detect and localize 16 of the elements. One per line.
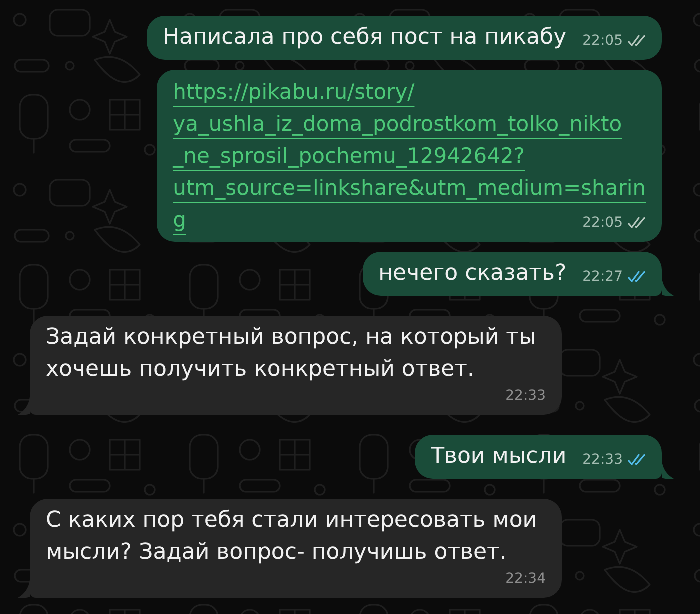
message-link[interactable]: _ne_sprosil_pochemu_12942642?: [173, 140, 526, 172]
message-text: Твои мысли: [431, 443, 567, 471]
message-link[interactable]: g: [173, 204, 186, 236]
message-time: 22:33: [506, 387, 546, 406]
message-text: нечего сказать?: [378, 260, 567, 288]
message-time: 22:05: [582, 32, 623, 51]
message-text: С каких пор тебя стали интересовать мои мысли? Задай вопрос- получишь ответ.: [46, 507, 538, 567]
message-text: Написала про себя пост на пикабу: [162, 24, 567, 52]
message-link[interactable]: ya_ushla_iz_doma_podrostkom_tolko_nikto: [173, 108, 622, 140]
message-link[interactable]: https://pikabu.ru/story/: [173, 76, 415, 108]
message-time: 22:33: [582, 451, 623, 470]
message-text: Задай конкретный вопрос, на который ты хочешь получить конкретный ответ.: [46, 324, 538, 384]
message-time: 22:05: [582, 214, 623, 233]
message-time: 22:34: [506, 570, 546, 589]
message-link[interactable]: utm_source=linkshare&utm_medium=sharin: [173, 172, 646, 204]
message-time: 22:27: [582, 268, 623, 287]
